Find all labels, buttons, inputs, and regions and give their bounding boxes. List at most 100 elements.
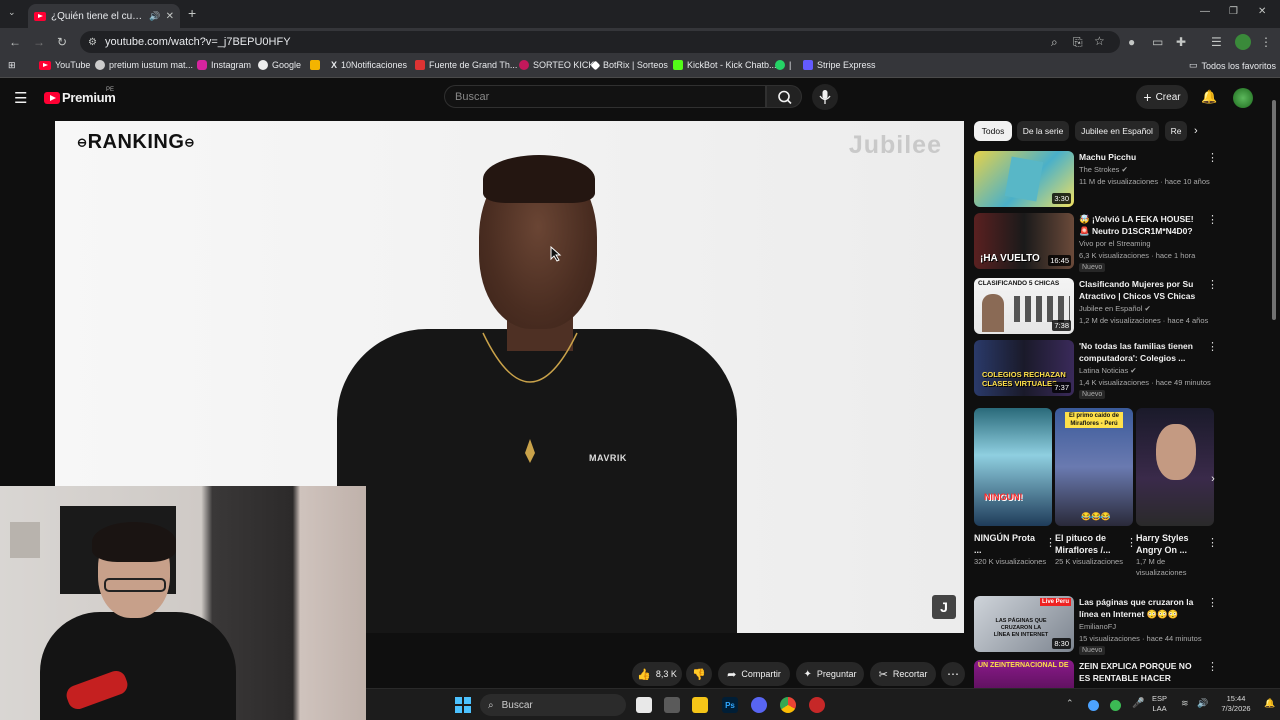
bookmark-gta[interactable]: Fuente de Grand Th... — [415, 60, 517, 70]
video-thumbnail[interactable]: Live Peru LAS PÁGINAS QUE CRUZARON LA LÍ… — [974, 596, 1074, 652]
channel-branding-badge[interactable]: J — [932, 595, 956, 619]
more-vert-icon[interactable]: ⋮ — [1207, 278, 1218, 291]
hamburger-menu-icon[interactable]: ☰ — [14, 89, 27, 107]
video-thumbnail[interactable]: CLASIFICANDO 5 CHICAS 7:38 — [974, 278, 1074, 334]
short-item[interactable]: Harry Styles Angry On ... 1,7 M de visua… — [1136, 408, 1218, 578]
bookmark-stripe[interactable]: Stripe Express — [803, 60, 876, 70]
photoshop-icon[interactable]: Ps — [722, 697, 738, 713]
tab-close-icon[interactable]: ✕ — [166, 11, 174, 22]
channel-name[interactable]: Latina Noticias ✔ — [1079, 366, 1137, 375]
bookmark-color-icon[interactable] — [310, 60, 320, 70]
bookmark-x[interactable]: X 10Notificaciones — [331, 60, 407, 70]
video-thumbnail[interactable]: ¡HA VUELTO 16:45 — [974, 213, 1074, 269]
video-thumbnail[interactable]: 3:30 — [974, 151, 1074, 207]
more-vert-icon[interactable]: ⋮ — [1207, 596, 1218, 609]
clip-button[interactable]: ✂ Recortar — [870, 662, 936, 686]
language-indicator[interactable]: ESP LAA — [1152, 694, 1167, 714]
reading-list-icon[interactable]: ☰ — [1211, 35, 1222, 49]
short-title[interactable]: Harry Styles Angry On ... — [1136, 532, 1202, 556]
short-thumbnail[interactable]: El primo caído de Miraflores - Perú 😂😂😂 — [1055, 408, 1133, 526]
bookmark-whatsapp[interactable]: | — [775, 60, 791, 70]
recommendation-item[interactable]: 3:30 Machu Picchu The Strokes ✔ 11 M de … — [974, 151, 1218, 209]
video-title[interactable]: ZEIN EXPLICA PORQUE NO ES RENTABLE HACER… — [1079, 660, 1203, 684]
chip-jubilee-espanol[interactable]: Jubilee en Español — [1075, 121, 1159, 141]
window-maximize-icon[interactable]: ❐ — [1229, 6, 1238, 17]
ask-button[interactable]: ✦ Preguntar — [796, 662, 864, 686]
cast-icon[interactable]: ⎘ — [1073, 35, 1083, 50]
more-vert-icon[interactable]: ⋮ — [1207, 151, 1218, 164]
more-vert-icon[interactable]: ⋮ — [1207, 536, 1218, 549]
short-item[interactable]: El primo caído de Miraflores - Perú 😂😂😂 … — [1055, 408, 1137, 567]
recommendation-item[interactable]: UN ZEINTERNACIONAL DE ZEIN EXPLICA PORQU… — [974, 660, 1214, 688]
short-title[interactable]: NINGÚN Prota ... — [974, 532, 1040, 556]
bookmark-sorteo[interactable]: SORTEO KICK — [519, 60, 594, 70]
shorts-next-icon[interactable]: › — [1206, 472, 1220, 486]
bookmark-botrix[interactable]: BotRix | Sorteos — [590, 60, 668, 70]
recommendation-item[interactable]: ¡HA VUELTO 16:45 🤯 ¡Volvió LA FEKA HOUSE… — [974, 213, 1218, 272]
extension-icon[interactable]: ● — [1128, 35, 1135, 49]
tray-app2-icon[interactable] — [1110, 700, 1121, 711]
short-thumbnail[interactable] — [1136, 408, 1214, 526]
tray-overflow-icon[interactable]: ⌃ — [1066, 698, 1074, 709]
tray-app-icon[interactable] — [1088, 700, 1099, 711]
forward-icon[interactable]: → — [33, 35, 45, 49]
tray-mic-icon[interactable]: 🎤 — [1132, 698, 1144, 709]
extension2-icon[interactable]: ▭ — [1152, 35, 1163, 49]
more-vert-icon[interactable]: ⋮ — [1207, 213, 1218, 226]
create-button[interactable]: + Crear — [1136, 85, 1188, 109]
share-button[interactable]: ➦ Compartir — [718, 662, 790, 686]
back-icon[interactable]: ← — [9, 35, 21, 49]
bookmark-youtube[interactable]: YouTube — [39, 60, 90, 70]
more-vert-icon[interactable]: ⋮ — [1207, 340, 1218, 353]
search-input[interactable]: Buscar — [444, 85, 766, 108]
channel-name[interactable]: The Strokes ✔ — [1079, 165, 1128, 174]
recommendation-item[interactable]: Live Peru LAS PÁGINAS QUE CRUZARON LA LÍ… — [974, 596, 1218, 655]
apps-grid-icon[interactable]: ⊞ — [8, 60, 16, 71]
chrome-icon[interactable] — [780, 697, 796, 713]
app-icon[interactable] — [664, 697, 680, 713]
reload-icon[interactable]: ↻ — [57, 35, 67, 49]
extensions-puzzle-icon[interactable]: ✚ — [1176, 35, 1186, 49]
site-info-icon[interactable]: ⚙ — [88, 37, 97, 48]
like-button[interactable]: 👍 8,3 K — [632, 662, 682, 686]
video-thumbnail[interactable]: UN ZEINTERNACIONAL DE — [974, 660, 1074, 688]
account-avatar-icon[interactable] — [1233, 88, 1253, 108]
wifi-icon[interactable]: ≋ — [1181, 698, 1189, 709]
video-thumbnail[interactable]: COLEGIOS RECHAZAN CLASES VIRTUALES 7:37 — [974, 340, 1074, 396]
recommendation-item[interactable]: CLASIFICANDO 5 CHICAS 7:38 Clasificando … — [974, 278, 1218, 336]
clock[interactable]: 15:44 7/3/2026 — [1216, 694, 1256, 714]
bookmark-instagram[interactable]: Instagram — [197, 60, 251, 70]
video-title[interactable]: Las páginas que cruzaron la línea en Int… — [1079, 596, 1203, 620]
channel-name[interactable]: Jubilee en Español ✔ — [1079, 304, 1151, 313]
page-scrollbar[interactable] — [1272, 100, 1276, 320]
tab-search-icon[interactable]: ⌄ — [8, 7, 16, 18]
bookmark-pretium[interactable]: pretium iustum mat... — [95, 60, 193, 70]
chip-de-la-serie[interactable]: De la serie — [1017, 121, 1069, 141]
zoom-icon[interactable]: ⌕ — [1051, 35, 1058, 50]
address-bar[interactable]: ⚙ youtube.com/watch?v=_j7BEPU0HFY — [80, 31, 1120, 53]
obs-icon[interactable] — [809, 697, 825, 713]
speaker-icon[interactable]: 🔊 — [149, 11, 160, 22]
bookmark-google[interactable]: Google — [258, 60, 301, 70]
video-title[interactable]: 'No todas las familias tienen computador… — [1079, 340, 1203, 364]
profile-avatar-icon[interactable] — [1235, 34, 1251, 50]
bookmark-kickbot[interactable]: KickBot - Kick Chatb... — [673, 60, 777, 70]
video-title[interactable]: Clasificando Mujeres por Su Atractivo | … — [1079, 278, 1203, 302]
taskbar-search[interactable]: ⌕ Buscar — [480, 694, 626, 716]
search-button[interactable] — [766, 85, 802, 108]
short-thumbnail[interactable]: NINGUN! — [974, 408, 1052, 526]
chip-todos[interactable]: Todos — [974, 121, 1012, 141]
more-vert-icon[interactable]: ⋮ — [1207, 660, 1214, 673]
file-explorer-icon[interactable] — [692, 697, 708, 713]
window-close-icon[interactable]: ✕ — [1258, 6, 1266, 17]
discord-icon[interactable] — [751, 697, 767, 713]
notification-center-icon[interactable]: 🔔 — [1264, 698, 1275, 709]
browser-tab-active[interactable]: ¿Quién tiene el cuerpo más 🔊 ✕ — [28, 4, 180, 28]
more-actions-button[interactable]: ⋯ — [941, 662, 965, 686]
task-view-icon[interactable] — [636, 697, 652, 713]
volume-icon[interactable]: 🔊 — [1197, 698, 1208, 709]
video-title[interactable]: Machu Picchu — [1079, 151, 1203, 163]
channel-name[interactable]: EmilianoFJ — [1079, 622, 1116, 631]
video-title[interactable]: 🤯 ¡Volvió LA FEKA HOUSE! 🚨 Neutro D1SCR1… — [1079, 213, 1203, 237]
all-bookmarks[interactable]: ▭ Todos los favoritos — [1189, 60, 1276, 71]
